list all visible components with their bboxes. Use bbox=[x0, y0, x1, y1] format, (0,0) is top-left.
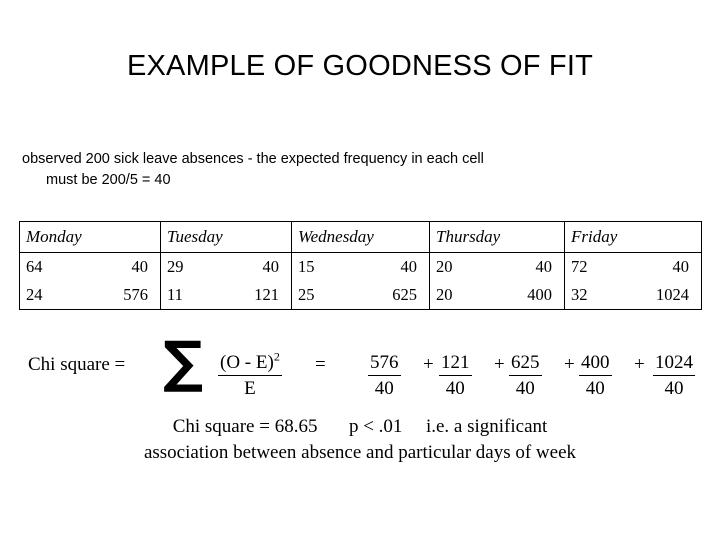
observed-value: 29 bbox=[167, 257, 184, 276]
frequency-table: Monday Tuesday Wednesday Thursday Friday… bbox=[19, 221, 702, 310]
observed-value: 72 bbox=[571, 257, 588, 276]
p-value: p < .01 bbox=[348, 416, 403, 437]
table-cell: 72 40 bbox=[564, 252, 702, 281]
description-text: observed 200 sick leave absences - the e… bbox=[22, 149, 698, 191]
difference-value: 25 bbox=[298, 285, 315, 304]
formula-label: Chi square = bbox=[28, 354, 126, 375]
description-line-1: observed 200 sick leave absences - the e… bbox=[22, 151, 484, 167]
plus-sign: + bbox=[564, 354, 575, 375]
slide-canvas: EXAMPLE OF GOODNESS OF FIT observed 200 … bbox=[0, 0, 720, 540]
formula-fraction-general: (O - E)2 E bbox=[218, 349, 282, 400]
fraction-denominator: 40 bbox=[515, 378, 535, 399]
squared-value: 576 bbox=[123, 285, 148, 304]
formula-term-fraction: 625 40 bbox=[509, 352, 542, 400]
fraction-numerator: 1024 bbox=[653, 352, 695, 376]
plus-sign: + bbox=[423, 354, 434, 375]
expected-value: 40 bbox=[400, 257, 418, 276]
table-header-cell: Wednesday bbox=[291, 221, 430, 253]
formula-term-fraction: 1024 40 bbox=[653, 352, 695, 400]
description-line-2: must be 200/5 = 40 bbox=[46, 172, 171, 188]
chi-square-result-value: 68.65 bbox=[274, 416, 318, 437]
squared-value: 625 bbox=[392, 285, 417, 304]
difference-value: 32 bbox=[571, 285, 588, 304]
table-cell: 11 121 bbox=[160, 281, 292, 310]
squared-value: 1024 bbox=[656, 285, 689, 304]
formula-term-fraction: 576 40 bbox=[368, 352, 401, 400]
fraction-denominator: 40 bbox=[664, 378, 684, 399]
fraction-numerator: 625 bbox=[509, 352, 542, 376]
table-header-cell: Friday bbox=[564, 221, 702, 253]
page-title: EXAMPLE OF GOODNESS OF FIT bbox=[126, 50, 594, 82]
formula-term-fraction: 400 40 bbox=[579, 352, 612, 400]
difference-value: 20 bbox=[436, 285, 453, 304]
formula-term-fraction: 121 40 bbox=[439, 352, 472, 400]
conclusion-text: Chi square = 68.65 p < .01 i.e. a signif… bbox=[19, 414, 701, 466]
difference-value: 11 bbox=[167, 285, 183, 304]
expected-value: 40 bbox=[131, 257, 149, 276]
table-cell: 15 40 bbox=[291, 252, 430, 281]
expected-value: 40 bbox=[262, 257, 280, 276]
plus-sign: + bbox=[634, 354, 645, 375]
plus-sign: + bbox=[494, 354, 505, 375]
fraction-denominator: 40 bbox=[374, 378, 394, 399]
table-cell: 20 400 bbox=[429, 281, 565, 310]
fraction-numerator: 400 bbox=[579, 352, 612, 376]
squared-value: 121 bbox=[254, 285, 279, 304]
observed-value: 20 bbox=[436, 257, 453, 276]
table-cell: 64 40 bbox=[19, 252, 161, 281]
expected-value: 40 bbox=[535, 257, 553, 276]
table-row-difference-squared: 24 576 11 121 25 625 20 400 32 1024 bbox=[19, 281, 702, 310]
observed-value: 64 bbox=[26, 257, 43, 276]
fraction-numerator: 121 bbox=[439, 352, 472, 376]
difference-value: 24 bbox=[26, 285, 43, 304]
fraction-denominator: E bbox=[244, 378, 256, 399]
table-cell: 20 40 bbox=[429, 252, 565, 281]
table-header-row: Monday Tuesday Wednesday Thursday Friday bbox=[19, 221, 702, 253]
chi-square-result-label: Chi square = bbox=[172, 416, 270, 437]
fraction-denominator: 40 bbox=[445, 378, 465, 399]
fraction-numerator: (O - E)2 bbox=[218, 349, 282, 376]
table-header-cell: Tuesday bbox=[160, 221, 292, 253]
fraction-denominator: 40 bbox=[585, 378, 605, 399]
chi-square-formula: Chi square = ∑ (O - E)2 E = 576 40 + 121… bbox=[19, 335, 709, 410]
conclusion-line-2: association between absence and particul… bbox=[143, 442, 577, 463]
expected-value: 40 bbox=[672, 257, 690, 276]
numerator-text: (O - E) bbox=[220, 352, 274, 373]
table-cell: 29 40 bbox=[160, 252, 292, 281]
summation-sigma-icon: ∑ bbox=[163, 330, 204, 395]
observed-value: 15 bbox=[298, 257, 315, 276]
numerator-exponent: 2 bbox=[273, 349, 280, 364]
table-cell: 25 625 bbox=[291, 281, 430, 310]
equals-sign: = bbox=[315, 354, 326, 375]
table-cell: 24 576 bbox=[19, 281, 161, 310]
fraction-numerator: 576 bbox=[368, 352, 401, 376]
conclusion-line-1: Chi square = 68.65 p < .01 i.e. a signif… bbox=[19, 414, 701, 440]
table-header-cell: Thursday bbox=[429, 221, 565, 253]
table-row-observed-expected: 64 40 29 40 15 40 20 40 72 40 bbox=[19, 252, 702, 281]
significance-text: i.e. a significant bbox=[425, 416, 548, 437]
squared-value: 400 bbox=[527, 285, 552, 304]
table-header-cell: Monday bbox=[19, 221, 161, 253]
table-cell: 32 1024 bbox=[564, 281, 702, 310]
